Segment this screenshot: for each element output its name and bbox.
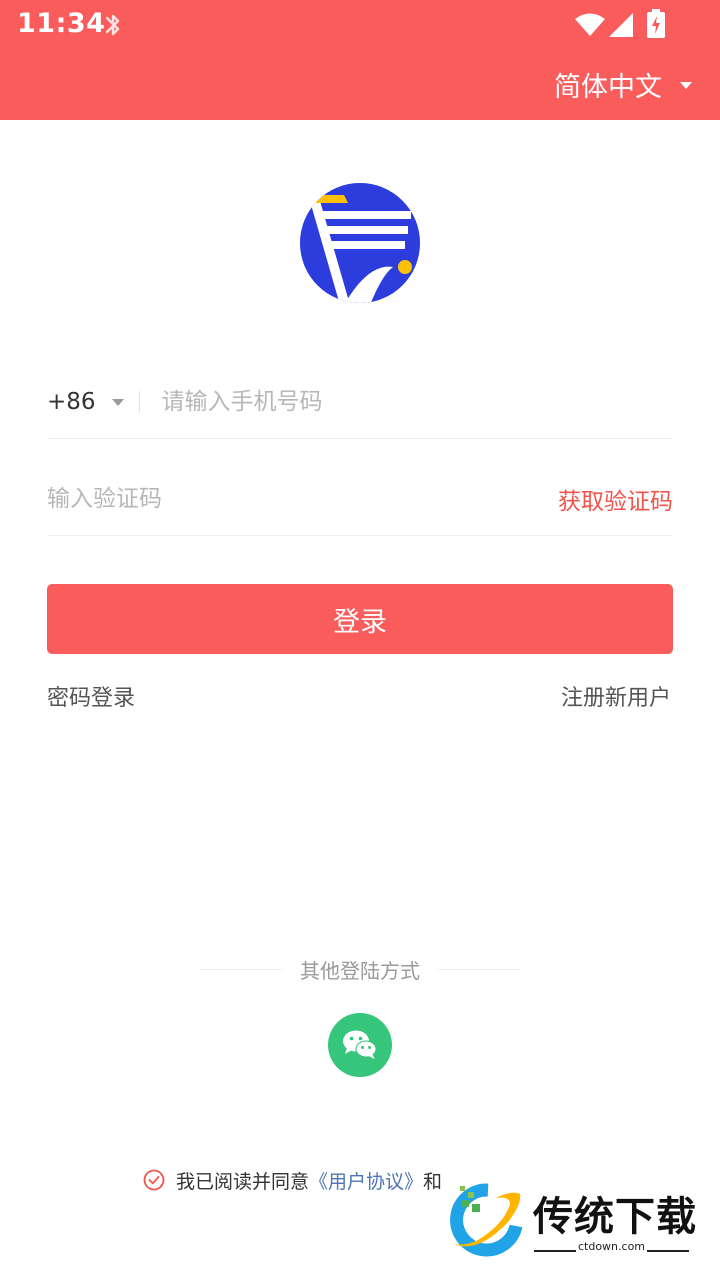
divider-line — [647, 1250, 689, 1252]
watermark: 传统下载 ctdown.com — [448, 1180, 698, 1260]
user-agreement-link[interactable]: 《用户协议》 — [309, 1167, 423, 1194]
watermark-logo-icon — [450, 1183, 523, 1257]
divider-line — [438, 968, 520, 970]
register-link[interactable]: 注册新用户 — [561, 680, 671, 712]
language-label: 简体中文 — [554, 71, 662, 103]
country-code-label: +86 — [47, 389, 96, 415]
app-logo-icon — [300, 183, 420, 303]
login-button[interactable]: 登录 — [47, 584, 673, 654]
status-time: 11:34 — [17, 8, 106, 39]
divider — [138, 391, 140, 413]
watermark-title: 传统下载 — [533, 1194, 697, 1240]
language-select[interactable]: 简体中文 — [554, 64, 692, 104]
country-code-select[interactable]: +86 — [47, 389, 124, 415]
agreement-suffix: 和 — [423, 1170, 443, 1193]
bluetooth-icon — [105, 14, 120, 36]
wifi-icon — [575, 13, 605, 36]
signal-icon — [609, 13, 633, 37]
divider-line — [200, 968, 282, 970]
wechat-icon — [343, 1030, 377, 1059]
verification-code-input[interactable] — [47, 478, 447, 519]
agreement-text: 我已阅读并同意 — [176, 1170, 310, 1193]
get-code-button[interactable]: 获取验证码 — [558, 482, 673, 516]
wechat-login-button[interactable] — [328, 1013, 392, 1077]
other-login-label: 其他登陆方式 — [300, 958, 420, 983]
app-header: 11:34 简体中文 — [0, 0, 720, 120]
caret-down-icon — [680, 81, 692, 89]
phone-input[interactable] — [161, 382, 602, 422]
password-login-link[interactable]: 密码登录 — [47, 680, 135, 712]
caret-down-icon — [111, 398, 124, 406]
status-bar: 11:34 — [0, 0, 720, 50]
battery-charging-icon — [647, 9, 665, 38]
verification-code-row: 获取验证码 — [47, 462, 673, 536]
agreement-row: 我已阅读并同意 《用户协议》 和 — [143, 1166, 442, 1194]
other-login-divider: 其他登陆方式 — [200, 955, 520, 983]
checkbox-checked-icon[interactable] — [143, 1169, 165, 1191]
phone-row: +86 — [47, 366, 673, 439]
